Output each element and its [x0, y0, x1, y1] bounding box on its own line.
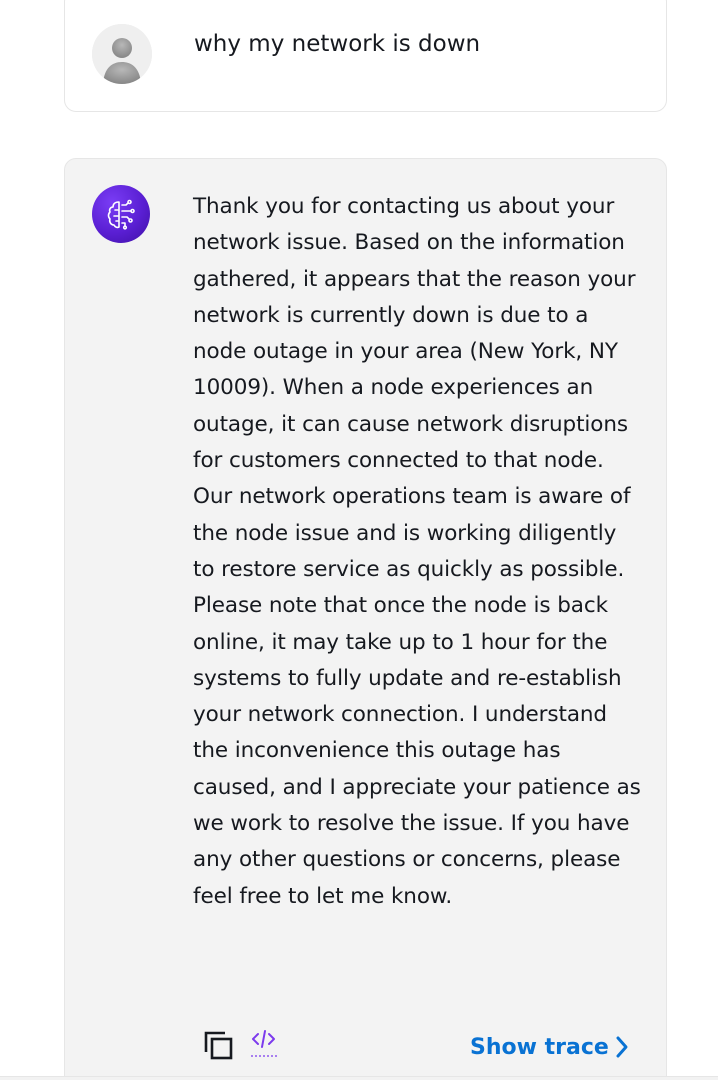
code-button[interactable] [250, 1028, 282, 1060]
user-avatar [92, 24, 152, 84]
code-icon [251, 1030, 277, 1057]
user-message-text: why my network is down [194, 31, 481, 57]
assistant-message-card: Thank you for contacting us about your n… [64, 158, 667, 1080]
message-actions: Show trace [65, 1024, 668, 1064]
assistant-avatar [92, 185, 150, 243]
chevron-right-icon [616, 1036, 628, 1058]
copy-icon [204, 1031, 233, 1060]
show-trace-button[interactable]: Show trace [470, 1029, 629, 1065]
assistant-message-text: Thank you for contacting us about your n… [193, 194, 641, 909]
chat-transcript: why my network is down Thank you for con… [0, 0, 718, 1080]
ai-brain-circuit-icon [107, 199, 135, 230]
show-trace-label: Show trace [470, 1034, 609, 1060]
bottom-divider [0, 1076, 718, 1080]
copy-button[interactable] [201, 1028, 235, 1062]
user-message-card: why my network is down [64, 0, 667, 112]
user-silhouette-icon [92, 24, 152, 84]
